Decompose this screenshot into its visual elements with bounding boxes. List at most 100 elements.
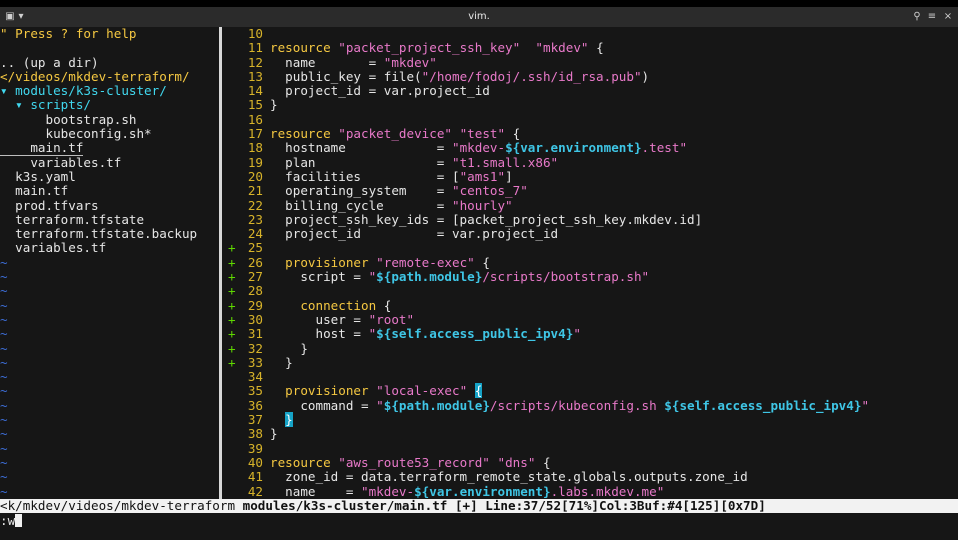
empty-line-marker: ~ bbox=[0, 326, 8, 342]
code-line[interactable]: +31 host = "${self.access_public_ipv4}" bbox=[222, 326, 958, 341]
command-text: :w bbox=[0, 513, 16, 528]
code-token: provisioner bbox=[285, 383, 377, 399]
code-line[interactable]: 42 name = "mkdev-${var.environment}.labs… bbox=[222, 484, 958, 499]
empty-line-marker: ~ bbox=[0, 354, 8, 370]
tree-item[interactable]: terraform.tfstate bbox=[0, 211, 219, 227]
tree-item[interactable]: prod.tfvars bbox=[0, 198, 219, 213]
code-token: resource bbox=[270, 126, 339, 142]
code-token: } bbox=[270, 354, 293, 370]
code-line[interactable]: 11 resource "packet_project_ssh_key" "mkd… bbox=[222, 40, 958, 56]
code-line[interactable]: +32 } bbox=[222, 340, 958, 356]
code-line[interactable]: +25 bbox=[222, 241, 958, 256]
code-text: name = "mkdev-${var.environment}.labs.mk… bbox=[270, 484, 664, 499]
empty-line-marker: ~ bbox=[0, 383, 8, 399]
command-line[interactable]: :w bbox=[0, 513, 958, 528]
tree-item[interactable]: bootstrap.sh bbox=[0, 112, 219, 127]
code-token: .labs.mkdev.me" bbox=[550, 483, 665, 499]
tree-item[interactable]: .. (up a dir) bbox=[0, 55, 219, 70]
tree-item[interactable]: variables.tf bbox=[0, 155, 219, 170]
status-cwd: <k/mkdev/videos/mkdev-terraform bbox=[0, 499, 243, 513]
code-line[interactable]: 22 billing_cycle = "hourly" bbox=[222, 198, 958, 213]
code-token: ) bbox=[641, 68, 650, 84]
code-line[interactable]: +27 script = "${path.module}/scripts/boo… bbox=[222, 269, 958, 284]
code-line[interactable]: 19 plan = "t1.small.x86" bbox=[222, 154, 958, 170]
code-text: script = "${path.module}/scripts/bootstr… bbox=[270, 269, 649, 284]
code-line[interactable]: +26 provisioner "remote-exec" { bbox=[222, 255, 958, 270]
code-line[interactable]: 21 operating_system = "centos_7" bbox=[222, 183, 958, 198]
tree-item-label: ▾ modules/k3s-cluster/ bbox=[0, 83, 167, 99]
code-line[interactable]: 13 public_key = file("/home/fodoj/.ssh/i… bbox=[222, 68, 958, 84]
git-added-sign: + bbox=[228, 340, 236, 356]
tree-item[interactable] bbox=[0, 41, 219, 55]
git-added-sign: + bbox=[228, 311, 236, 327]
code-line[interactable]: 18 hostname = "mkdev-${var.environment}.… bbox=[222, 141, 958, 156]
code-line[interactable]: 36 command = "${path.module}/scripts/kub… bbox=[222, 398, 958, 413]
empty-line-marker: ~ bbox=[0, 469, 8, 485]
code-text: project_id = var.project_id bbox=[270, 226, 558, 241]
code-line[interactable]: +33 } bbox=[222, 355, 958, 370]
code-line[interactable]: 35 provisioner "local-exec" { bbox=[222, 383, 958, 399]
tree-item[interactable]: variables.tf bbox=[0, 241, 219, 255]
code-line[interactable]: 24 project_id = var.project_id bbox=[222, 226, 958, 242]
code-text: facilities = ["ams1"] bbox=[270, 169, 513, 184]
code-text: resource "packet_device" "test" { bbox=[270, 126, 520, 141]
tree-item[interactable]: ▾ modules/k3s-cluster/ bbox=[0, 84, 219, 98]
terminal-area[interactable]: " Press ? for help .. (up a dir) </videos/… bbox=[0, 27, 958, 540]
code-token: project_id = var.project_id bbox=[270, 83, 490, 99]
code-token: "packet_project_ssh_key" bbox=[338, 40, 521, 56]
close-icon[interactable]: × bbox=[941, 10, 955, 23]
code-line[interactable]: 10 bbox=[222, 27, 958, 41]
code-line[interactable]: 12 name = "mkdev" bbox=[222, 54, 958, 70]
line-number: 37 bbox=[247, 412, 263, 428]
code-line[interactable]: +29 connection { bbox=[222, 298, 958, 313]
code-line[interactable]: 37 } bbox=[222, 412, 958, 428]
tree-item[interactable]: </videos/mkdev-terraform/ bbox=[0, 69, 219, 84]
tree-item[interactable]: k3s.yaml bbox=[0, 168, 219, 184]
search-icon[interactable]: ⚲ bbox=[910, 10, 924, 23]
code-line[interactable]: 38} bbox=[222, 426, 958, 442]
line-number: 24 bbox=[247, 226, 263, 242]
menu-icon[interactable]: ≡ bbox=[925, 10, 939, 23]
code-line[interactable]: 39 bbox=[222, 441, 958, 456]
code-line[interactable]: 20 facilities = ["ams1"] bbox=[222, 169, 958, 184]
code-token: zone_id = data.terraform_remote_state.gl… bbox=[270, 469, 748, 485]
code-text: } bbox=[270, 355, 293, 370]
code-line[interactable]: +30 user = "root" bbox=[222, 311, 958, 327]
tree-item[interactable]: main.tf bbox=[0, 184, 219, 198]
code-token: { bbox=[588, 40, 604, 56]
tree-item[interactable]: kubeconfig.sh* bbox=[0, 126, 219, 141]
line-number: 15 bbox=[247, 97, 263, 113]
tree-item[interactable]: terraform.tfstate.backup bbox=[0, 227, 219, 241]
code-line[interactable]: 34 bbox=[222, 369, 958, 384]
code-line[interactable]: 14 project_id = var.project_id bbox=[222, 83, 958, 99]
tree-item[interactable]: " Press ? for help bbox=[0, 27, 219, 41]
code-line[interactable]: 40 resource "aws_route53_record" "dns" { bbox=[222, 454, 958, 470]
code-token: "mkdev" bbox=[383, 54, 437, 70]
code-token: "dns" bbox=[497, 454, 536, 470]
empty-line-marker: ~ bbox=[0, 254, 8, 270]
code-text: } bbox=[270, 426, 278, 441]
code-line[interactable]: 15} bbox=[222, 97, 958, 113]
tree-item-label: terraform.tfstate bbox=[0, 211, 145, 227]
code-token: "t1.small.x86" bbox=[451, 154, 559, 170]
code-line[interactable]: 17 resource "packet_device" "test" { bbox=[222, 126, 958, 141]
editor-pane[interactable]: 10 11 resource "packet_project_ssh_key" "m… bbox=[222, 27, 958, 499]
code-token: script = bbox=[270, 269, 369, 285]
tree-item-label: k3s.yaml bbox=[0, 168, 76, 184]
code-token: } bbox=[270, 340, 308, 356]
nerdtree-pane[interactable]: " Press ? for help .. (up a dir) </videos/… bbox=[0, 27, 219, 499]
code-line[interactable]: 23 project_ssh_key_ids = [packet_project… bbox=[222, 212, 958, 227]
code-line[interactable]: +28 bbox=[222, 284, 958, 299]
code-line[interactable]: 41 zone_id = data.terraform_remote_state… bbox=[222, 469, 958, 485]
code-token: { bbox=[535, 454, 551, 470]
tree-item[interactable]: main.tf bbox=[0, 140, 219, 157]
code-token: public_key = file( bbox=[270, 68, 422, 84]
text-cursor bbox=[15, 514, 23, 527]
tree-item[interactable]: ▾ scripts/ bbox=[0, 98, 219, 112]
empty-line-marker: ~ bbox=[0, 412, 8, 428]
code-line[interactable]: 16 bbox=[222, 112, 958, 127]
